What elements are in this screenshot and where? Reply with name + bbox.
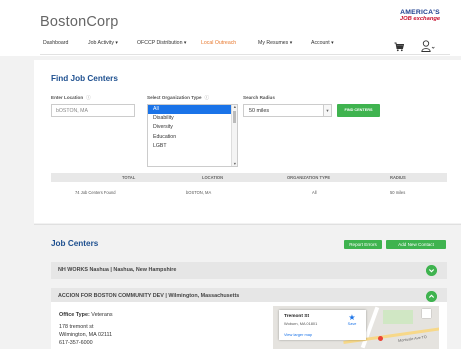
center-name: NH WORKS Nashua | Nashua, New Hampshire bbox=[58, 267, 177, 273]
org-option-disability[interactable]: Disability bbox=[148, 114, 237, 123]
add-new-contact-button[interactable]: Add New Contact bbox=[386, 240, 446, 249]
main-nav: Dashboard Job Activity ▾ OFCCP Distribut… bbox=[0, 40, 461, 54]
center-row-nh-works[interactable]: NH WORKS Nashua | Nashua, New Hampshire bbox=[51, 262, 447, 279]
nav-account[interactable]: Account ▾ bbox=[311, 40, 334, 46]
summary-row: 74 Job Centers Found bOSTON, MA All 50 m… bbox=[51, 186, 447, 198]
americas-job-exchange-logo[interactable]: AMERICA'S JOB exchange bbox=[395, 9, 445, 23]
find-job-centers-title: Find Job Centers bbox=[51, 74, 118, 83]
summary-header-org-type: ORGANIZATION TYPE bbox=[287, 175, 331, 180]
summary-org-type: All bbox=[312, 190, 317, 195]
map-street-label: Montvale Ave TO bbox=[397, 335, 428, 343]
center-name: ACCION FOR BOSTON COMMUNITY DEV | Wilmin… bbox=[58, 293, 240, 299]
org-list-scrollbar[interactable]: ▲ ▼ bbox=[231, 105, 237, 166]
phone-number[interactable]: 617-357-6000 bbox=[59, 340, 93, 346]
scroll-thumb[interactable] bbox=[233, 111, 236, 123]
help-icon[interactable]: ⓘ bbox=[205, 95, 210, 100]
save-label: Save bbox=[347, 322, 357, 326]
location-input[interactable]: bOSTON, MA bbox=[51, 104, 135, 117]
org-option-diversity[interactable]: Diversity bbox=[148, 123, 237, 132]
address-line-2: Wilmington, MA 02111 bbox=[59, 332, 113, 338]
radius-value: 50 miles bbox=[249, 108, 270, 114]
org-option-all[interactable]: All bbox=[148, 105, 232, 115]
office-type: Office Type: Veterans bbox=[59, 312, 113, 318]
nav-my-resumes[interactable]: My Resumes ▾ bbox=[258, 40, 292, 46]
address-line-1: 178 tremont st bbox=[59, 324, 94, 330]
summary-radius: 50 miles bbox=[390, 190, 406, 195]
summary-location: bOSTON, MA bbox=[186, 190, 212, 195]
office-type-value: Veterans bbox=[91, 312, 113, 318]
summary-header-radius: RADIUS bbox=[390, 175, 406, 180]
map-park-area bbox=[383, 310, 413, 324]
scroll-down-icon[interactable]: ▼ bbox=[233, 162, 237, 166]
org-type-listbox[interactable]: All Disability Diversity Education LGBT … bbox=[147, 104, 238, 167]
user-icon[interactable] bbox=[421, 40, 435, 52]
search-panel bbox=[34, 60, 461, 223]
map-info-card: Tremont St Woburn, MA 01801 View larger … bbox=[279, 310, 366, 340]
nav-ofccp-distribution[interactable]: OFCCP Distribution ▾ bbox=[137, 40, 187, 46]
save-place-button[interactable]: ★ Save bbox=[342, 313, 362, 327]
radius-select[interactable]: 50 miles ▼ bbox=[243, 104, 332, 117]
summary-header-location: LOCATION bbox=[202, 175, 224, 180]
nav-job-activity[interactable]: Job Activity ▾ bbox=[88, 40, 118, 46]
map-place-city: Woburn, MA 01801 bbox=[284, 321, 318, 326]
find-centers-button[interactable]: FIND CENTERS bbox=[337, 104, 380, 117]
job-centers-title: Job Centers bbox=[51, 239, 99, 248]
star-icon: ★ bbox=[348, 313, 356, 322]
view-larger-map-link[interactable]: View larger map bbox=[284, 332, 312, 337]
brand-name[interactable]: BostonCorp bbox=[40, 14, 119, 30]
summary-header-row: TOTAL LOCATION ORGANIZATION TYPE RADIUS bbox=[51, 173, 447, 182]
expand-chevron-down-icon[interactable] bbox=[426, 265, 437, 276]
map-place-name: Tremont St bbox=[284, 314, 310, 319]
nav-dashboard[interactable]: Dashboard bbox=[43, 40, 68, 46]
logo-line-2: JOB exchange bbox=[399, 15, 441, 22]
chevron-down-icon: ▼ bbox=[323, 105, 331, 116]
help-icon[interactable]: ⓘ bbox=[86, 95, 91, 100]
cart-icon[interactable] bbox=[394, 42, 404, 52]
location-map[interactable]: Montvale Ave TO Tremont St Woburn, MA 01… bbox=[273, 306, 439, 349]
map-pin-icon[interactable] bbox=[378, 336, 383, 341]
radius-label: Search Radius bbox=[243, 95, 275, 100]
nav-local-outreach[interactable]: Local Outreach bbox=[201, 40, 236, 46]
office-type-label: Office Type: bbox=[59, 312, 90, 318]
org-type-label: Select Organization Type ⓘ bbox=[147, 95, 209, 101]
org-option-lgbt[interactable]: LGBT bbox=[148, 142, 237, 151]
fullscreen-icon[interactable] bbox=[422, 309, 431, 318]
collapse-chevron-up-icon[interactable] bbox=[426, 291, 437, 302]
org-option-education[interactable]: Education bbox=[148, 133, 237, 142]
org-type-label-text: Select Organization Type bbox=[147, 95, 202, 100]
scroll-up-icon[interactable]: ▲ bbox=[233, 105, 237, 109]
location-label: Enter Location ⓘ bbox=[51, 95, 91, 101]
nav-divider bbox=[40, 54, 450, 55]
location-label-text: Enter Location bbox=[51, 95, 84, 100]
summary-total: 74 Job Centers Found bbox=[75, 190, 116, 195]
summary-header-total: TOTAL bbox=[122, 175, 136, 180]
report-errors-button[interactable]: Report Errors bbox=[344, 240, 382, 249]
center-detail: Office Type: Veterans 178 tremont st Wil… bbox=[51, 302, 447, 349]
section-divider bbox=[34, 224, 461, 225]
